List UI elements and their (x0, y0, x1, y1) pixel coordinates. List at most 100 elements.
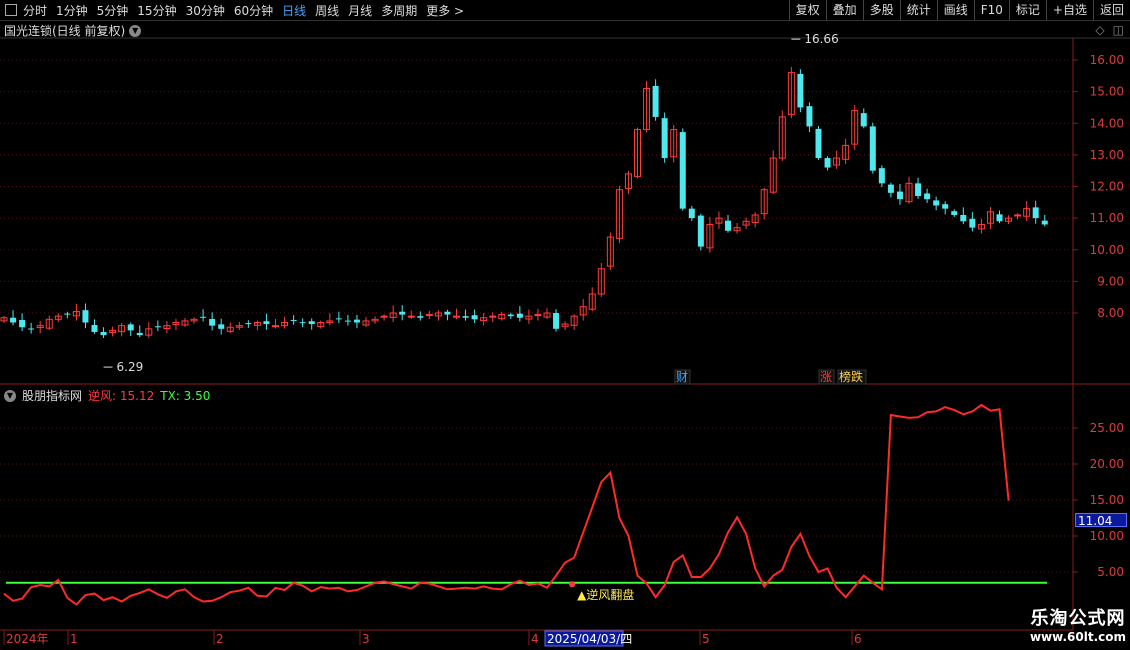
candle-body (553, 313, 560, 329)
candle-body (344, 320, 351, 322)
date-label: 2 (216, 632, 224, 646)
candle-body (797, 73, 804, 108)
candle-body (824, 158, 831, 168)
candle-body (652, 85, 659, 117)
candle-body (417, 316, 424, 318)
price-tick-label: 10.00 (1090, 243, 1124, 257)
candle-body (462, 316, 469, 318)
candle-body (299, 322, 306, 324)
indicator-line (3, 403, 1010, 606)
candle-body (218, 324, 225, 329)
candle-body (534, 314, 542, 317)
price-tick-label: 11.00 (1090, 211, 1124, 225)
candle-body (1032, 207, 1039, 219)
candle-body (19, 319, 26, 328)
candle-body (933, 200, 940, 206)
candle-body (915, 183, 922, 196)
candle-body (290, 319, 297, 321)
candle-body (507, 314, 514, 317)
high-label: 16.66 (804, 32, 838, 46)
date-label: 3 (362, 632, 370, 646)
indicator-header: ▼ 股朋指标网 逆风: 15.12 TX: 3.50 (4, 387, 210, 404)
watermark: 乐淘公式网 www.60lt.com (1030, 604, 1126, 644)
indicator-tick-label: 5.00 (1097, 565, 1124, 579)
candle-body (688, 208, 695, 219)
date-label: 2025/04/03/四 (547, 632, 632, 646)
candle-body (869, 126, 876, 171)
candle-body (806, 106, 813, 127)
signal-label: ▲逆风翻盘 (577, 587, 634, 602)
price-tick-label: 8.00 (1097, 306, 1124, 320)
candle-body (942, 204, 949, 209)
date-label: 6 (854, 632, 862, 646)
badge-bang: 榜跌 (837, 369, 867, 385)
candle-body (263, 321, 270, 325)
date-label: 5 (702, 632, 710, 646)
candle-body (1014, 214, 1022, 217)
candle-body (679, 132, 686, 209)
kline-chart[interactable]: 16.0015.0014.0013.0012.0011.0010.009.008… (0, 0, 1130, 650)
candle-body (887, 184, 894, 193)
candle-body (924, 193, 931, 200)
candle-body (407, 315, 415, 318)
price-tick-label: 13.00 (1090, 148, 1124, 162)
candle-body (960, 214, 967, 222)
candle-body (896, 191, 903, 200)
candle-body (100, 331, 107, 336)
indicator-tick-label: 10.00 (1090, 529, 1124, 543)
price-tick-label: 16.00 (1090, 53, 1124, 67)
price-tick-label: 14.00 (1090, 116, 1124, 130)
candle-body (91, 325, 98, 332)
chevron-down-icon[interactable]: ▼ (4, 389, 16, 402)
candle-body (815, 128, 822, 159)
candle-body (272, 325, 279, 328)
candle-body (860, 113, 867, 127)
candle-body (154, 326, 161, 328)
candle-body (471, 315, 478, 320)
candle-body (82, 310, 89, 323)
candle-body (516, 313, 523, 318)
badge-zhang-text: 涨 (820, 369, 832, 384)
indicator-line1: 逆风: 15.12 (88, 389, 155, 403)
candle-body (951, 211, 958, 215)
indicator-tick-label: 15.00 (1090, 493, 1124, 507)
candle-body (489, 315, 497, 318)
date-label: 1 (70, 632, 78, 646)
current-value-badge: 11.04 (1075, 513, 1127, 528)
badge-cai-text: 财 (676, 370, 688, 384)
date-label: 2024年 (6, 632, 49, 646)
indicator-name: 股朋指标网 (22, 389, 83, 403)
candle-body (64, 313, 71, 315)
candle-body (353, 319, 360, 323)
low-label: 6.29 (117, 360, 144, 374)
price-tick-label: 9.00 (1097, 274, 1124, 288)
indicator-tick-label: 20.00 (1090, 457, 1124, 471)
badge-cai: 财 (674, 369, 691, 385)
price-tick-label: 15.00 (1090, 85, 1124, 99)
candle-body (127, 324, 134, 331)
candle-body (425, 314, 433, 317)
candle-body (335, 318, 342, 320)
candle-body (399, 311, 406, 315)
candle-body (200, 316, 207, 318)
candle-body (209, 319, 216, 326)
candle-body (245, 323, 252, 325)
candle-body (1041, 220, 1048, 225)
indicator-tick-label: 25.00 (1090, 421, 1124, 435)
candle-body (28, 328, 35, 330)
watermark-url: www.60lt.com (1029, 630, 1126, 644)
signal-dot (569, 581, 576, 588)
candle-body (10, 317, 17, 323)
candle-body (697, 215, 704, 247)
candle-body (444, 311, 451, 315)
candle-body (725, 220, 731, 231)
candle-body (969, 218, 976, 228)
watermark-title: 乐淘公式网 (1030, 608, 1126, 629)
price-tick-label: 12.00 (1090, 180, 1124, 194)
date-label: 4 (531, 632, 539, 646)
candle-body (380, 315, 388, 318)
candle-body (308, 321, 315, 325)
badge-bang-text: 榜跌 (839, 369, 863, 384)
badge-zhang: 涨 (818, 369, 835, 385)
candle-body (996, 214, 1003, 222)
